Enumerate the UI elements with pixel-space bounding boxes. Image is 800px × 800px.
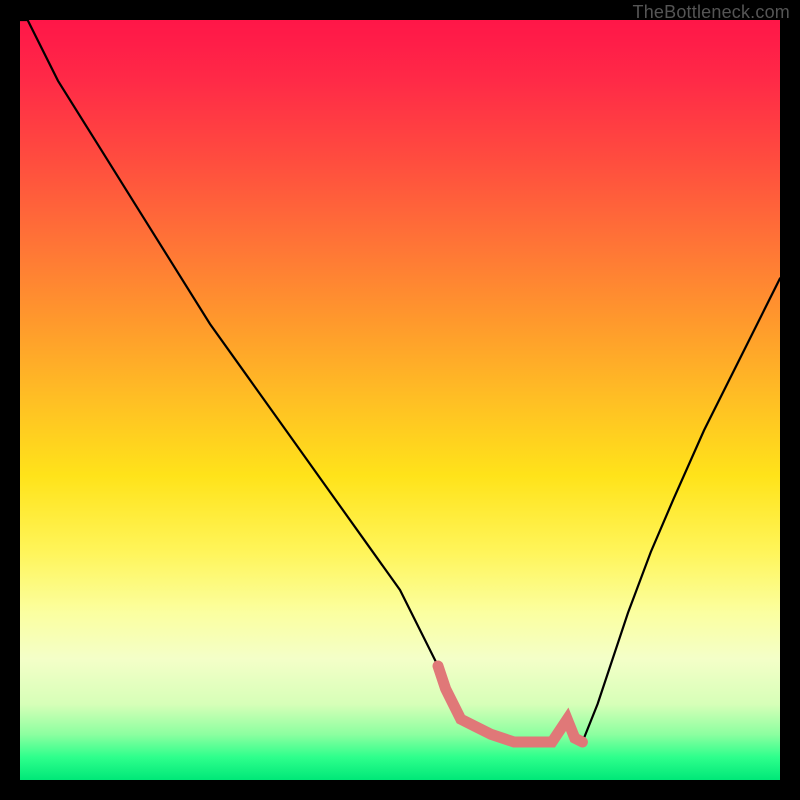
curve-layer (20, 20, 780, 780)
bottleneck-curve (20, 20, 780, 742)
plot-area (20, 20, 780, 780)
chart-frame: TheBottleneck.com (0, 0, 800, 800)
highlight-band (438, 666, 582, 742)
watermark-text: TheBottleneck.com (633, 2, 790, 23)
